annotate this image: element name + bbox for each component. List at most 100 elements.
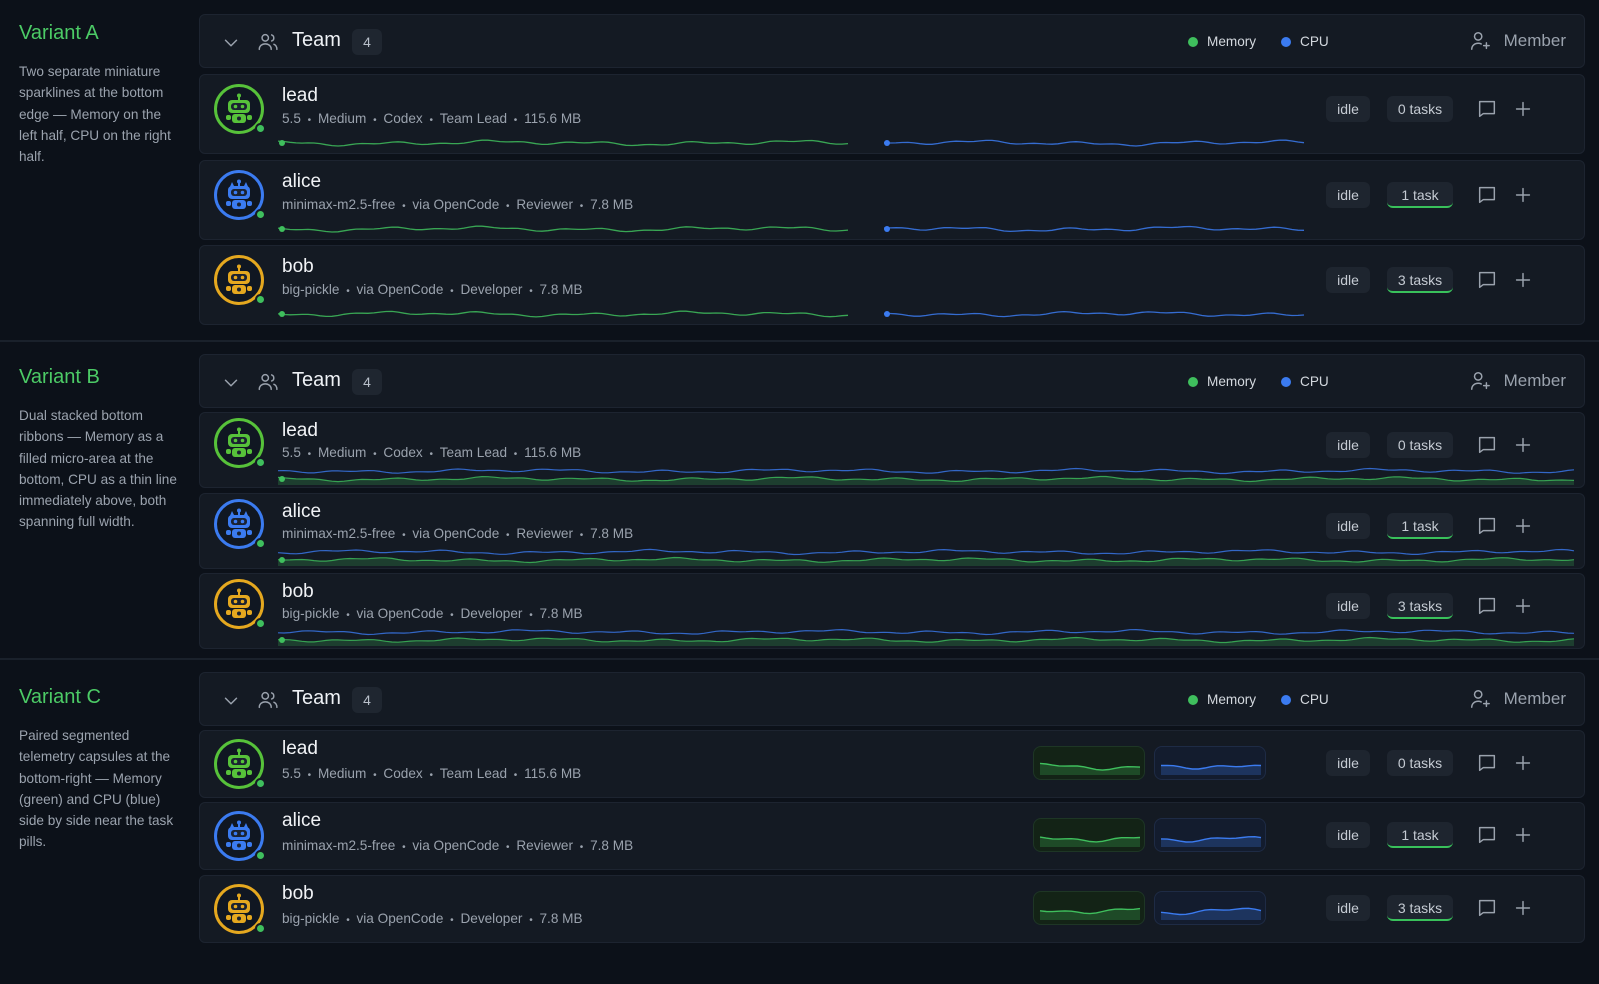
meta-separator: • xyxy=(511,449,521,460)
plus-icon[interactable] xyxy=(1512,184,1534,206)
chevron-down-icon[interactable] xyxy=(220,32,238,50)
plus-icon[interactable] xyxy=(1512,752,1534,774)
meta-memory: 7.8 MB xyxy=(590,526,634,541)
plus-icon[interactable] xyxy=(1512,824,1534,846)
plus-icon[interactable] xyxy=(1512,434,1534,456)
team-member-row[interactable]: bob big-pickle • via OpenCode • Developer… xyxy=(199,875,1585,943)
member-name: alice xyxy=(282,810,322,831)
meta-provider: Codex xyxy=(383,111,423,126)
message-icon[interactable] xyxy=(1476,897,1498,919)
member-meta: 5.5 • Medium • Codex • Team Lead • 115.6… xyxy=(282,111,581,126)
meta-role: Reviewer xyxy=(516,526,574,541)
team-member-row[interactable]: bob big-pickle • via OpenCode • Developer… xyxy=(199,573,1585,649)
team-header: Team 4 Memory CPU Member xyxy=(199,354,1585,408)
memory-ribbon-start xyxy=(279,557,285,563)
team-member-row[interactable]: lead 5.5 • Medium • Codex • Team Lead • 1… xyxy=(199,412,1585,488)
meta-separator: • xyxy=(304,770,314,781)
variant-c-description: Variant C Paired segmented telemetry cap… xyxy=(19,660,179,853)
status-online-dot xyxy=(255,538,266,549)
meta-memory: 7.8 MB xyxy=(590,197,634,212)
chevron-down-icon[interactable] xyxy=(220,372,238,390)
member-name: bob xyxy=(282,256,314,277)
member-meta: minimax-m2.5-free • via OpenCode • Revie… xyxy=(282,197,633,212)
legend-cpu-label: CPU xyxy=(1300,692,1329,707)
tasks-pill[interactable]: 0 tasks xyxy=(1387,432,1453,458)
tasks-pill[interactable]: 1 task xyxy=(1387,822,1453,848)
tasks-pill[interactable]: 0 tasks xyxy=(1387,96,1453,122)
meta-provider: via OpenCode xyxy=(356,282,444,297)
variant-text: Dual stacked bottom ribbons — Memory as … xyxy=(19,408,177,530)
legend-memory: Memory xyxy=(1188,374,1256,389)
team-member-row[interactable]: lead 5.5 • Medium • Codex • Team Lead • 1… xyxy=(199,730,1585,798)
memory-dot xyxy=(1188,36,1198,47)
memory-sparkline-start xyxy=(279,311,285,317)
chevron-down-icon[interactable] xyxy=(220,690,238,708)
add-member-button[interactable]: Member xyxy=(1469,30,1566,52)
team-count-badge: 4 xyxy=(352,687,382,713)
meta-provider: via OpenCode xyxy=(412,838,500,853)
variant-text: Two separate miniature sparklines at the… xyxy=(19,64,171,165)
member-meta: big-pickle • via OpenCode • Developer • … xyxy=(282,282,583,297)
status-pill: idle xyxy=(1326,182,1370,208)
message-icon[interactable] xyxy=(1476,434,1498,456)
plus-icon[interactable] xyxy=(1512,897,1534,919)
meta-role: Team Lead xyxy=(439,111,508,126)
status-online-dot xyxy=(255,294,266,305)
tasks-pill[interactable]: 0 tasks xyxy=(1387,750,1453,776)
message-icon[interactable] xyxy=(1476,98,1498,120)
meta-separator: • xyxy=(503,842,513,853)
team-member-row[interactable]: alice minimax-m2.5-free • via OpenCode • … xyxy=(199,802,1585,870)
member-meta: big-pickle • via OpenCode • Developer • … xyxy=(282,911,583,926)
meta-memory: 7.8 MB xyxy=(590,838,634,853)
member-name: bob xyxy=(282,883,314,904)
meta-separator: • xyxy=(426,115,436,126)
message-icon[interactable] xyxy=(1476,752,1498,774)
meta-separator: • xyxy=(343,610,353,621)
message-icon[interactable] xyxy=(1476,824,1498,846)
message-icon[interactable] xyxy=(1476,184,1498,206)
memory-dot xyxy=(1188,694,1198,705)
add-member-button[interactable]: Member xyxy=(1469,370,1566,392)
team-member-row[interactable]: alice minimax-m2.5-free • via OpenCode • … xyxy=(199,160,1585,240)
tasks-pill[interactable]: 1 task xyxy=(1387,182,1453,208)
status-online-dot xyxy=(255,618,266,629)
team-panel: Team 4 Memory CPU Member lead 5.5 • Medium • C… xyxy=(199,354,1585,649)
sparklines xyxy=(278,310,1305,318)
status-pill: idle xyxy=(1326,432,1370,458)
memory-capsule xyxy=(1033,891,1145,925)
cpu-ribbon xyxy=(278,467,1574,475)
user-plus-icon xyxy=(1469,370,1498,392)
team-name: Team xyxy=(292,29,341,51)
meta-separator: • xyxy=(399,842,409,853)
team-member-row[interactable]: alice minimax-m2.5-free • via OpenCode • … xyxy=(199,493,1585,569)
meta-separator: • xyxy=(503,201,513,212)
tasks-pill[interactable]: 3 tasks xyxy=(1387,593,1453,619)
meta-model: 5.5 xyxy=(282,111,301,126)
plus-icon[interactable] xyxy=(1512,98,1534,120)
member-name: alice xyxy=(282,501,322,522)
plus-icon[interactable] xyxy=(1512,515,1534,537)
tasks-pill[interactable]: 3 tasks xyxy=(1387,267,1453,293)
team-count-badge: 4 xyxy=(352,369,382,395)
tasks-pill[interactable]: 3 tasks xyxy=(1387,895,1453,921)
tasks-pill[interactable]: 1 task xyxy=(1387,513,1453,539)
team-member-row[interactable]: bob big-pickle • via OpenCode • Developer… xyxy=(199,245,1585,325)
meta-separator: • xyxy=(526,286,536,297)
cpu-capsule xyxy=(1154,818,1266,852)
team-panel: Team 4 Memory CPU Member lead 5.5 • Medium • C… xyxy=(199,672,1585,943)
variant-title: Variant A xyxy=(19,22,99,44)
add-member-button[interactable]: Member xyxy=(1469,688,1566,710)
meta-separator: • xyxy=(447,286,457,297)
meta-separator: • xyxy=(304,115,314,126)
plus-icon[interactable] xyxy=(1512,269,1534,291)
message-icon[interactable] xyxy=(1476,269,1498,291)
cpu-sparkline xyxy=(883,225,1305,233)
legend-cpu-label: CPU xyxy=(1300,34,1329,49)
meta-separator: • xyxy=(577,201,587,212)
telemetry-variants-page: Variant A Two separate miniature sparkli… xyxy=(0,0,1599,984)
message-icon[interactable] xyxy=(1476,515,1498,537)
plus-icon[interactable] xyxy=(1512,595,1534,617)
team-member-row[interactable]: lead 5.5 • Medium • Codex • Team Lead • 1… xyxy=(199,74,1585,154)
legend-cpu: CPU xyxy=(1281,374,1329,389)
message-icon[interactable] xyxy=(1476,595,1498,617)
